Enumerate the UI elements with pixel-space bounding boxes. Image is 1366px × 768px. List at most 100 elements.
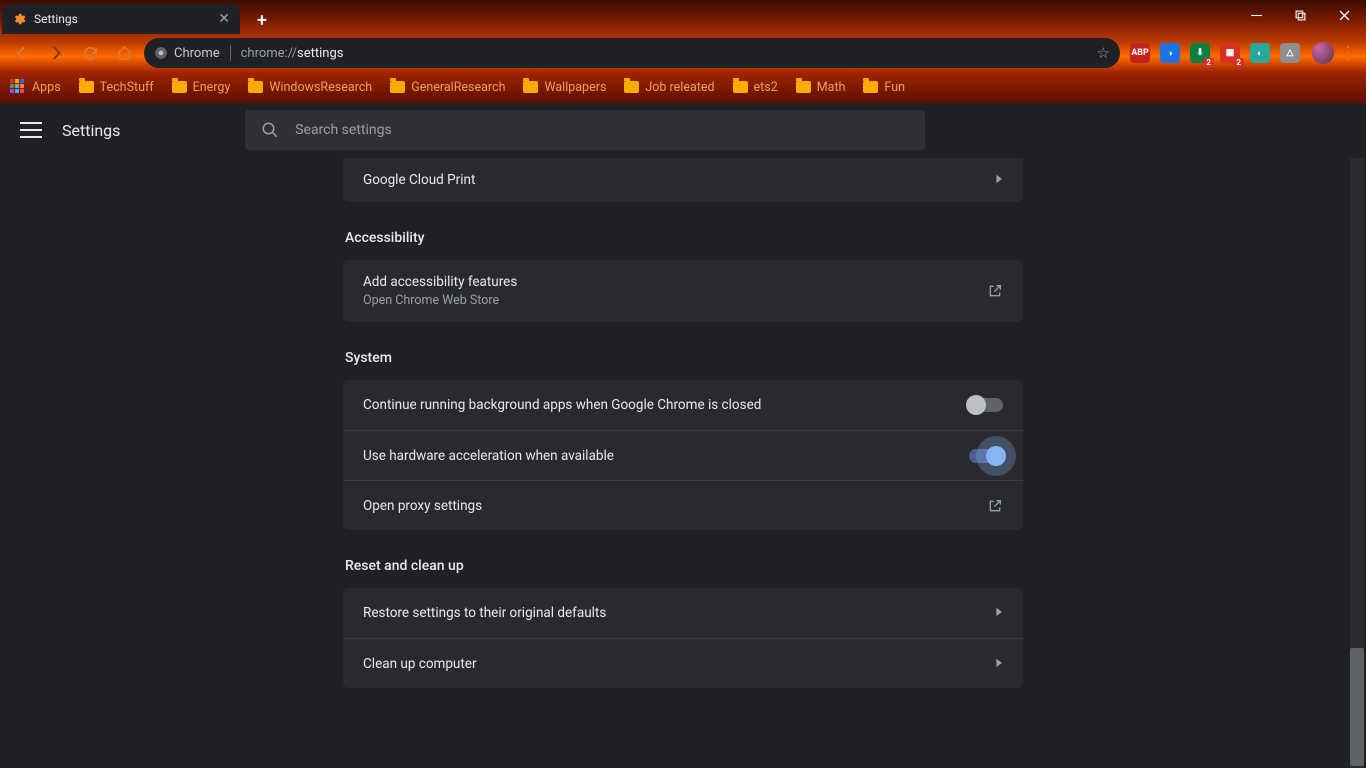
bookmark-folder[interactable]: Math bbox=[796, 80, 846, 95]
bookmark-label: Math bbox=[817, 80, 846, 95]
reload-button[interactable] bbox=[76, 39, 104, 67]
bookmark-label: WindowsResearch bbox=[269, 80, 372, 95]
extension-icons: ABP ◑ ⬇ ▦ ◐ △ bbox=[1130, 43, 1300, 63]
hardware-acceleration-row: Use hardware acceleration when available bbox=[343, 430, 1023, 480]
bookmark-folder[interactable]: Energy bbox=[172, 80, 231, 95]
extension-download-icon[interactable]: ⬇ bbox=[1190, 43, 1210, 63]
close-icon[interactable]: ✕ bbox=[218, 12, 230, 26]
apps-grid-icon bbox=[10, 79, 26, 95]
chevron-right-icon bbox=[995, 658, 1003, 670]
new-tab-button[interactable]: + bbox=[248, 6, 276, 34]
bookmark-label: Energy bbox=[193, 80, 231, 95]
search-input[interactable] bbox=[295, 122, 909, 138]
background-apps-row: Continue running background apps when Go… bbox=[343, 380, 1023, 430]
bookmark-label: GeneralResearch bbox=[411, 80, 505, 95]
site-chip-label: Chrome bbox=[174, 46, 220, 61]
bookmark-label: Wallpapers bbox=[544, 80, 606, 95]
settings-header: Settings bbox=[0, 103, 1366, 158]
bookmark-label: TechStuff bbox=[100, 80, 154, 95]
tab-title: Settings bbox=[34, 12, 78, 26]
window-controls bbox=[1234, 0, 1366, 30]
chevron-right-icon bbox=[995, 174, 1003, 186]
bookmark-folder[interactable]: ets2 bbox=[733, 80, 778, 95]
external-link-icon bbox=[987, 283, 1003, 299]
printing-card: Google Cloud Print bbox=[343, 158, 1023, 202]
extension-icon-2[interactable]: ◐ bbox=[1250, 43, 1270, 63]
bookmark-folder[interactable]: WindowsResearch bbox=[248, 80, 372, 95]
bookmark-folder[interactable]: TechStuff bbox=[79, 80, 154, 95]
add-accessibility-features-row[interactable]: Add accessibility features Open Chrome W… bbox=[343, 260, 1023, 322]
external-link-icon bbox=[987, 498, 1003, 514]
bookmark-folder[interactable]: Fun bbox=[863, 80, 905, 95]
chrome-icon bbox=[154, 46, 168, 60]
gear-icon bbox=[12, 12, 26, 26]
folder-icon bbox=[733, 81, 748, 93]
drive-icon[interactable]: △ bbox=[1280, 43, 1300, 63]
site-chip: Chrome bbox=[154, 46, 220, 61]
maximize-button[interactable] bbox=[1278, 0, 1322, 30]
extension-icon[interactable]: ◑ bbox=[1160, 43, 1180, 63]
row-label: Google Cloud Print bbox=[363, 172, 475, 188]
nav-toolbar: Chrome chrome://settings ☆ ABP ◑ ⬇ ▦ ◐ △… bbox=[0, 34, 1366, 72]
extension-badge-icon[interactable]: ▦ bbox=[1220, 43, 1240, 63]
row-label: Continue running background apps when Go… bbox=[363, 397, 761, 413]
page-title: Settings bbox=[62, 121, 120, 140]
folder-icon bbox=[624, 81, 639, 93]
minimize-button[interactable] bbox=[1234, 0, 1278, 30]
url-text: chrome://settings bbox=[241, 46, 344, 61]
google-cloud-print-row[interactable]: Google Cloud Print bbox=[343, 158, 1023, 202]
close-window-button[interactable] bbox=[1322, 0, 1366, 30]
section-title-system: System bbox=[345, 350, 1023, 366]
tab-strip: Settings ✕ + bbox=[0, 0, 1366, 34]
scrollbar-thumb[interactable] bbox=[1350, 648, 1364, 766]
system-card: Continue running background apps when Go… bbox=[343, 380, 1023, 530]
chrome-menu-button[interactable]: ⋮ bbox=[1338, 43, 1358, 64]
browser-chrome: Settings ✕ + Chrome chrome://settings ☆ … bbox=[0, 0, 1366, 103]
bookmark-label: ets2 bbox=[754, 80, 778, 95]
bookmark-folder[interactable]: GeneralResearch bbox=[390, 80, 505, 95]
hamburger-menu-button[interactable] bbox=[20, 119, 42, 141]
folder-icon bbox=[863, 81, 878, 93]
reset-card: Restore settings to their original defau… bbox=[343, 588, 1023, 688]
bookmarks-bar: Apps TechStuff Energy WindowsResearch Ge… bbox=[0, 72, 1366, 102]
bookmark-star-icon[interactable]: ☆ bbox=[1097, 44, 1110, 62]
extension-abp-icon[interactable]: ABP bbox=[1130, 43, 1150, 63]
accessibility-card: Add accessibility features Open Chrome W… bbox=[343, 260, 1023, 322]
home-button[interactable] bbox=[110, 39, 138, 67]
hardware-acceleration-toggle[interactable] bbox=[969, 449, 1003, 463]
profile-avatar[interactable] bbox=[1312, 42, 1334, 64]
back-button[interactable] bbox=[8, 39, 36, 67]
search-icon bbox=[261, 121, 279, 139]
bookmark-label: Apps bbox=[32, 80, 61, 95]
row-label: Add accessibility features bbox=[363, 274, 517, 290]
bookmark-folder[interactable]: Wallpapers bbox=[523, 80, 606, 95]
restore-defaults-row[interactable]: Restore settings to their original defau… bbox=[343, 588, 1023, 638]
folder-icon bbox=[172, 81, 187, 93]
address-bar[interactable]: Chrome chrome://settings ☆ bbox=[144, 38, 1120, 68]
chevron-right-icon bbox=[995, 607, 1003, 619]
folder-icon bbox=[248, 81, 263, 93]
cleanup-computer-row[interactable]: Clean up computer bbox=[343, 638, 1023, 688]
row-sublabel: Open Chrome Web Store bbox=[363, 293, 517, 308]
forward-button[interactable] bbox=[42, 39, 70, 67]
bookmark-folder[interactable]: Job releated bbox=[624, 80, 714, 95]
folder-icon bbox=[796, 81, 811, 93]
bookmark-label: Job releated bbox=[645, 80, 714, 95]
section-title-accessibility: Accessibility bbox=[345, 230, 1023, 246]
separator bbox=[230, 45, 231, 61]
folder-icon bbox=[79, 81, 94, 93]
open-proxy-settings-row[interactable]: Open proxy settings bbox=[343, 480, 1023, 530]
settings-content: Google Cloud Print Accessibility Add acc… bbox=[0, 158, 1366, 768]
row-label: Restore settings to their original defau… bbox=[363, 605, 606, 621]
folder-icon bbox=[523, 81, 538, 93]
section-title-reset: Reset and clean up bbox=[345, 558, 1023, 574]
bookmark-label: Fun bbox=[884, 80, 905, 95]
background-apps-toggle[interactable] bbox=[969, 398, 1003, 412]
row-label: Use hardware acceleration when available bbox=[363, 448, 614, 464]
tab-settings[interactable]: Settings ✕ bbox=[2, 4, 240, 34]
folder-icon bbox=[390, 81, 405, 93]
row-label: Clean up computer bbox=[363, 656, 477, 672]
search-settings[interactable] bbox=[245, 110, 925, 150]
row-label: Open proxy settings bbox=[363, 498, 482, 514]
bookmark-apps[interactable]: Apps bbox=[10, 79, 61, 95]
